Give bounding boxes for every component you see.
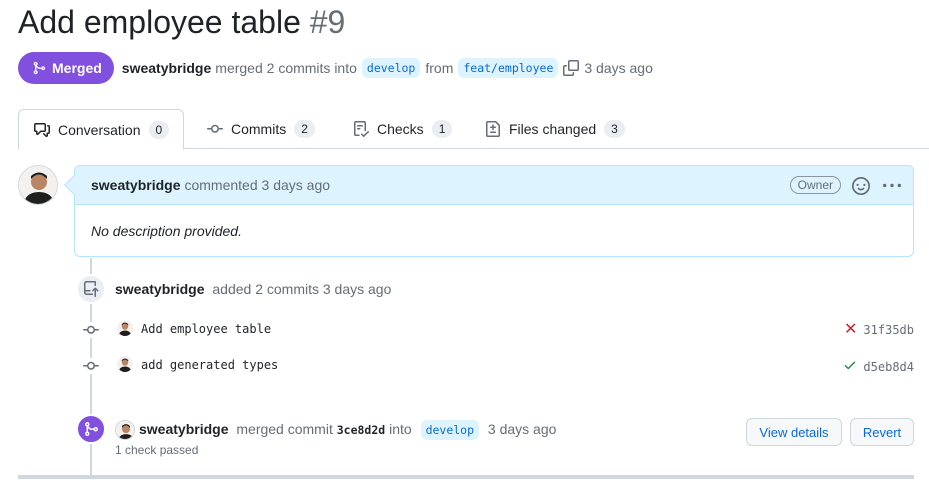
base-branch-link[interactable]: develop	[361, 58, 421, 78]
merge-time: 3 days ago	[487, 421, 557, 437]
pr-title: Add employee table #9	[18, 4, 345, 41]
tab-commits-label: Commits	[231, 121, 287, 137]
check-icon[interactable]	[843, 358, 857, 375]
pr-author-link[interactable]: sweatybridge	[122, 60, 211, 76]
pr-number: #9	[309, 4, 346, 40]
comment-action: commented 3 days ago	[184, 177, 331, 193]
tab-conversation-count: 0	[148, 120, 170, 139]
merge-event-badge	[76, 414, 106, 444]
avatar[interactable]	[18, 165, 58, 205]
comment-body: No description provided.	[91, 223, 242, 239]
push-event-badge	[76, 274, 106, 304]
comment-header: sweatybridge commented 3 days ago	[75, 166, 913, 205]
into-word: into	[389, 421, 412, 437]
pr-title-text: Add employee table	[18, 4, 301, 40]
commit-avatar[interactable]	[117, 320, 133, 336]
commit-message-link[interactable]: add generated types	[141, 358, 278, 372]
tab-files-changed[interactable]: Files changed 3	[485, 109, 625, 149]
merge-event-text: sweatybridge merged commit 3ce8d2d into …	[139, 420, 557, 440]
tab-files-changed-count: 3	[604, 120, 625, 138]
merge-author-link[interactable]: sweatybridge	[139, 421, 228, 437]
tab-commits[interactable]: Commits 2	[207, 109, 315, 149]
checks-passed-text: 1 check passed	[115, 443, 199, 457]
merge-action: merged commit	[236, 421, 333, 437]
git-commit-icon	[83, 358, 99, 374]
tab-files-changed-label: Files changed	[509, 121, 597, 137]
git-commit-icon	[83, 322, 99, 338]
merge-box-edge	[18, 475, 914, 479]
git-merge-icon	[85, 422, 99, 436]
commit-status: ✕ 31f35db	[844, 322, 914, 338]
commit-sha-link[interactable]: 31f35db	[863, 323, 914, 337]
commit-avatar[interactable]	[117, 356, 133, 372]
commit-message-link[interactable]: Add employee table	[141, 322, 271, 336]
git-merge-icon	[33, 61, 46, 75]
pr-tabs: Conversation 0 Commits 2 Checks 1 Files …	[18, 109, 929, 150]
from-word: from	[425, 60, 454, 76]
x-icon[interactable]: ✕	[844, 322, 857, 338]
view-details-button[interactable]: View details	[746, 418, 842, 446]
comment-discussion-icon	[34, 122, 50, 137]
tab-conversation[interactable]: Conversation 0	[18, 109, 185, 150]
comment-author-link[interactable]: sweatybridge	[91, 177, 180, 193]
pr-summary: merged 2 commits into	[215, 60, 357, 76]
push-event-text: sweatybridge added 2 commits 3 days ago	[115, 281, 391, 297]
kebab-horizontal-icon[interactable]	[883, 177, 901, 200]
file-diff-icon	[486, 121, 500, 137]
tab-commits-count: 2	[294, 120, 315, 138]
push-author-link[interactable]: sweatybridge	[115, 281, 204, 297]
pr-meta: Merged sweatybridge merged 2 commits int…	[18, 52, 653, 84]
owner-badge: Owner	[789, 176, 841, 194]
merged-state-badge: Merged	[18, 52, 114, 84]
checklist-icon	[354, 121, 369, 137]
merge-author-avatar[interactable]	[115, 420, 135, 440]
tab-checks-label: Checks	[377, 121, 424, 137]
merge-branch-link[interactable]: develop	[420, 420, 480, 440]
smiley-icon[interactable]	[852, 177, 870, 200]
commit-status: d5eb8d4	[843, 358, 914, 375]
git-commit-icon	[207, 124, 223, 133]
revert-button[interactable]: Revert	[850, 418, 914, 446]
merged-state-label: Merged	[52, 60, 102, 76]
repo-push-icon	[84, 281, 99, 297]
commit-sha-link[interactable]: d5eb8d4	[863, 360, 914, 374]
tab-checks-count: 1	[431, 120, 453, 138]
push-action: added 2 commits 3 days ago	[212, 281, 392, 297]
head-branch-link[interactable]: feat/employee	[458, 58, 559, 78]
tab-conversation-label: Conversation	[58, 121, 141, 138]
tab-checks[interactable]: Checks 1	[353, 109, 453, 149]
copy-icon[interactable]	[563, 60, 580, 76]
merge-commit-sha-link[interactable]: 3ce8d2d	[337, 423, 385, 437]
comment-box: sweatybridge commented 3 days ago Owner …	[64, 165, 914, 257]
pr-time: 3 days ago	[584, 60, 653, 76]
